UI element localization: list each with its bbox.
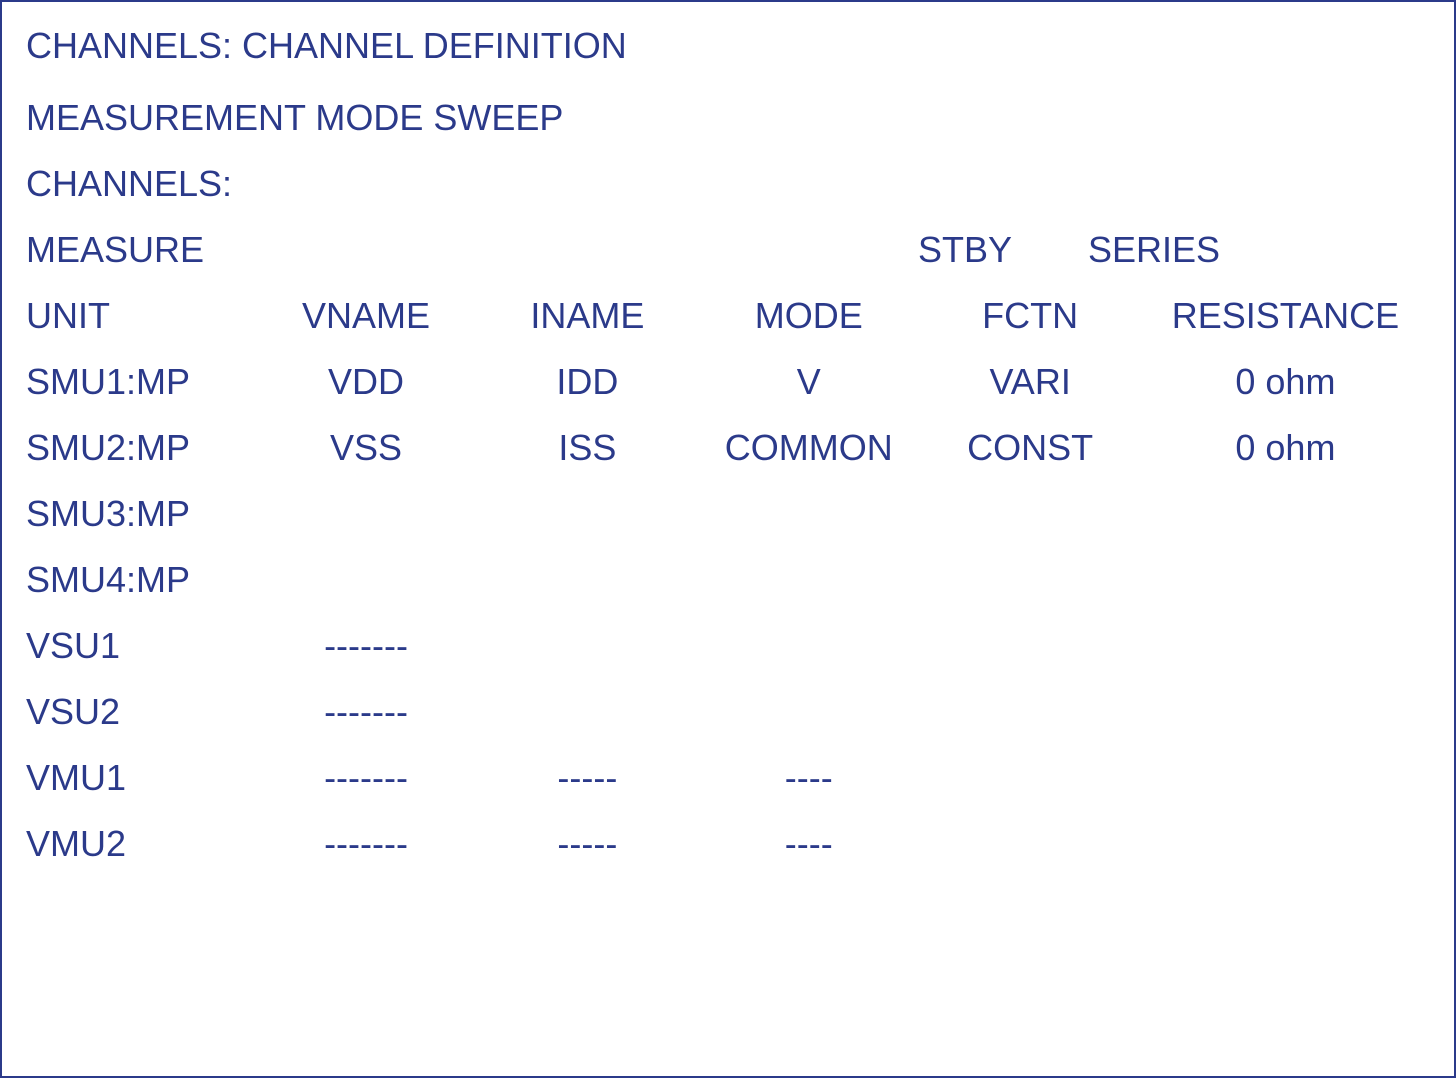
cell-vname[interactable]: VDD	[255, 360, 476, 403]
cell-vname[interactable]: VSS	[255, 426, 476, 469]
cell-iname: -----	[477, 756, 698, 799]
cell-unit: VSU2	[26, 690, 255, 733]
measure-line: MEASURE STBY SERIES	[26, 214, 1430, 280]
cell-vname: -------	[255, 822, 476, 865]
mode-line: MEASUREMENT MODE SWEEP	[26, 82, 1430, 148]
channels-label: CHANNELS:	[26, 162, 232, 205]
table-row: VMU2 ------- ----- ----	[26, 808, 1430, 874]
stby-label: STBY	[918, 228, 1012, 271]
table-row: VMU1 ------- ----- ----	[26, 742, 1430, 808]
column-header-row: UNIT VNAME INAME MODE FCTN RESISTANCE	[26, 280, 1430, 346]
col-header-iname: INAME	[477, 294, 698, 337]
col-header-unit: UNIT	[26, 294, 255, 337]
cell-resistance[interactable]: 0 ohm	[1141, 426, 1430, 469]
col-header-fctn: FCTN	[919, 294, 1140, 337]
cell-vname: -------	[255, 756, 476, 799]
channel-definition-panel: CHANNELS: CHANNEL DEFINITION MEASUREMENT…	[0, 0, 1456, 1078]
cell-mode[interactable]: V	[698, 360, 919, 403]
cell-mode[interactable]: COMMON	[698, 426, 919, 469]
cell-unit: VMU2	[26, 822, 255, 865]
col-header-mode: MODE	[698, 294, 919, 337]
cell-iname[interactable]: IDD	[477, 360, 698, 403]
col-header-resistance: RESISTANCE	[1141, 294, 1430, 337]
col-header-vname: VNAME	[255, 294, 476, 337]
cell-mode: ----	[698, 756, 919, 799]
cell-unit: VMU1	[26, 756, 255, 799]
cell-unit: SMU3:MP	[26, 492, 255, 535]
cell-vname: -------	[255, 624, 476, 667]
table-row: VSU1 -------	[26, 610, 1430, 676]
cell-unit: SMU4:MP	[26, 558, 255, 601]
cell-iname: -----	[477, 822, 698, 865]
cell-resistance[interactable]: 0 ohm	[1141, 360, 1430, 403]
cell-unit: SMU2:MP	[26, 426, 255, 469]
table-row: SMU3:MP	[26, 478, 1430, 544]
panel-title: CHANNELS: CHANNEL DEFINITION	[26, 24, 627, 67]
cell-vname: -------	[255, 690, 476, 733]
table-row: SMU1:MP VDD IDD V VARI 0 ohm	[26, 346, 1430, 412]
channels-line: CHANNELS:	[26, 148, 1430, 214]
table-row: VSU2 -------	[26, 676, 1430, 742]
series-label: SERIES	[1088, 228, 1220, 271]
table-row: SMU2:MP VSS ISS COMMON CONST 0 ohm	[26, 412, 1430, 478]
table-row: SMU4:MP	[26, 544, 1430, 610]
cell-unit: VSU1	[26, 624, 255, 667]
cell-unit: SMU1:MP	[26, 360, 255, 403]
title-line: CHANNELS: CHANNEL DEFINITION	[26, 16, 1430, 82]
cell-fctn[interactable]: VARI	[919, 360, 1140, 403]
cell-fctn[interactable]: CONST	[919, 426, 1140, 469]
cell-iname[interactable]: ISS	[477, 426, 698, 469]
cell-mode: ----	[698, 822, 919, 865]
measurement-mode-label: MEASUREMENT MODE SWEEP	[26, 96, 563, 139]
measure-label: MEASURE	[26, 228, 204, 271]
